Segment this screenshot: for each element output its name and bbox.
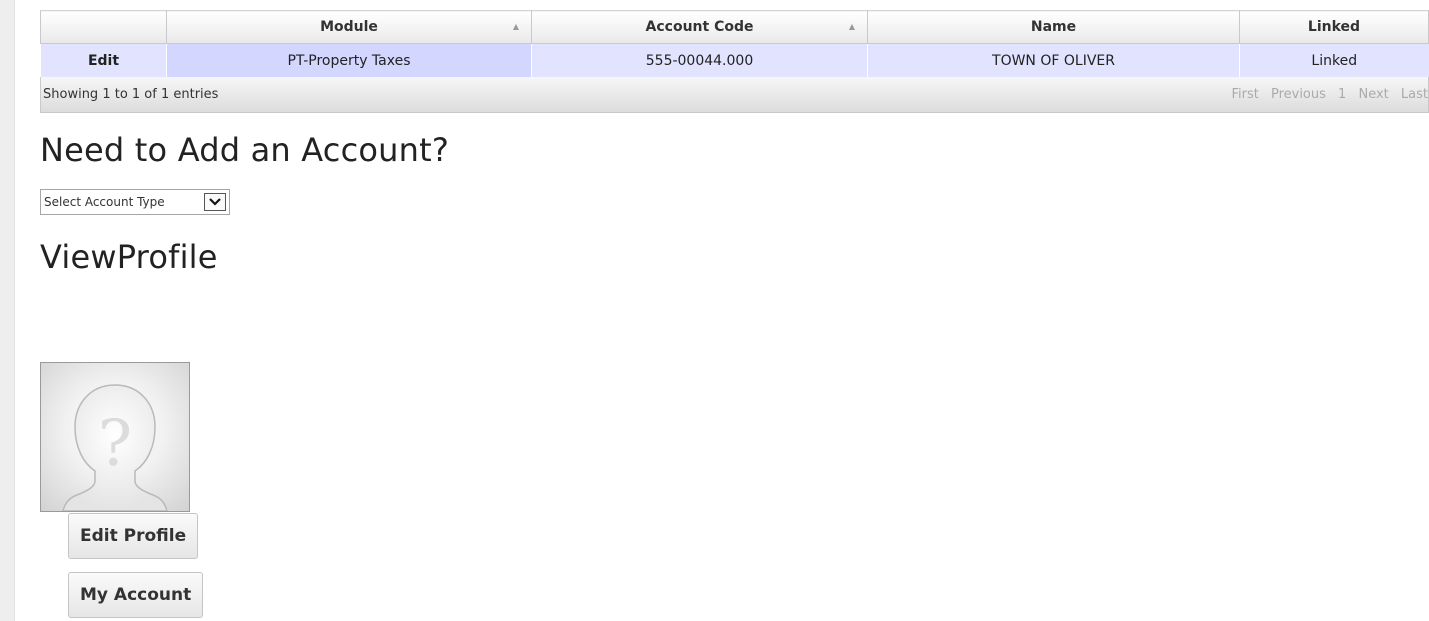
- pagination: First Previous 1 Next Last: [1223, 87, 1428, 102]
- edit-link[interactable]: Edit: [40, 43, 167, 77]
- pager-page-1[interactable]: 1: [1338, 87, 1346, 102]
- cell-linked: Linked: [1239, 43, 1429, 77]
- unknown-user-silhouette-icon: ?: [62, 384, 168, 511]
- pager-last[interactable]: Last: [1401, 87, 1428, 102]
- edit-profile-button[interactable]: Edit Profile: [68, 513, 199, 559]
- column-label: Module: [320, 19, 378, 35]
- sort-asc-icon: ▲: [512, 22, 519, 31]
- pager-previous[interactable]: Previous: [1271, 87, 1326, 102]
- column-header-name[interactable]: Name: [867, 10, 1240, 44]
- left-rail: [0, 0, 15, 621]
- column-header-account-code[interactable]: Account Code ▲: [531, 10, 868, 44]
- column-label: Linked: [1307, 19, 1361, 35]
- cell-module: PT-Property Taxes: [166, 43, 532, 77]
- chevron-down-icon[interactable]: [204, 193, 226, 211]
- view-profile-heading: ViewProfile: [40, 238, 218, 276]
- table-row: Edit PT-Property Taxes 555-00044.000 TOW…: [40, 43, 1429, 77]
- my-account-button[interactable]: My Account: [68, 572, 204, 618]
- column-label: Account Code: [645, 19, 754, 35]
- account-type-select-value: Select Account Type: [44, 195, 165, 209]
- pager-first[interactable]: First: [1231, 87, 1258, 102]
- account-type-select[interactable]: Select Account Type: [40, 189, 230, 215]
- column-header-linked[interactable]: Linked: [1239, 10, 1429, 44]
- sort-asc-icon: ▲: [848, 22, 855, 31]
- cell-account-code: 555-00044.000: [531, 43, 868, 77]
- column-label: Name: [1030, 19, 1077, 35]
- accounts-table: Module ▲ Account Code ▲ Name Linked Edit P…: [40, 10, 1429, 113]
- add-account-heading: Need to Add an Account?: [40, 131, 450, 169]
- svg-text:?: ?: [98, 407, 132, 481]
- table-info: Showing 1 to 1 of 1 entries: [43, 87, 219, 102]
- cell-name: TOWN OF OLIVER: [867, 43, 1240, 77]
- column-header-edit: [40, 10, 167, 44]
- column-header-module[interactable]: Module ▲: [166, 10, 532, 44]
- accounts-grid: Module ▲ Account Code ▲ Name Linked Edit P…: [40, 10, 1429, 77]
- table-footer: Showing 1 to 1 of 1 entries First Previo…: [40, 77, 1429, 113]
- avatar: ?: [40, 362, 190, 512]
- pager-next[interactable]: Next: [1358, 87, 1388, 102]
- table-header-row: Module ▲ Account Code ▲ Name Linked: [40, 10, 1429, 44]
